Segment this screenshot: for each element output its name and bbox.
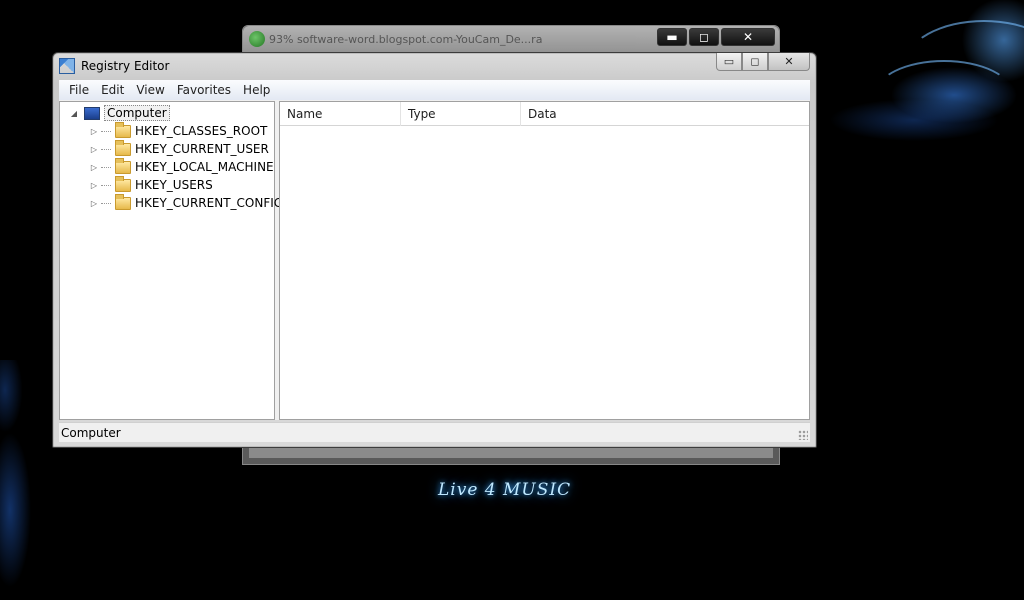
- registry-editor-window[interactable]: Registry Editor ▭ ◻ ✕ File Edit View Fav…: [52, 52, 817, 448]
- values-list-pane[interactable]: Name Type Data: [279, 101, 810, 420]
- minimize-button[interactable]: ▭: [716, 53, 742, 71]
- tree-item-hkey-users[interactable]: ▷ HKEY_USERS: [88, 175, 213, 194]
- tree-item-label: HKEY_CLASSES_ROOT: [135, 124, 268, 138]
- close-button[interactable]: ✕: [768, 53, 810, 71]
- window-controls: ▭ ◻ ✕: [716, 53, 810, 71]
- tree-item-computer[interactable]: ◢ Computer: [68, 104, 170, 122]
- maximize-button[interactable]: ◻: [742, 53, 768, 71]
- window-title: Registry Editor: [81, 59, 170, 73]
- tree-item-label: HKEY_USERS: [135, 178, 213, 192]
- close-icon: ✕: [784, 55, 794, 68]
- tree-item-hkey-classes-root[interactable]: ▷ HKEY_CLASSES_ROOT: [88, 121, 268, 140]
- folder-icon: [115, 139, 131, 156]
- tree-item-label: HKEY_LOCAL_MACHINE: [135, 160, 274, 174]
- tree-connector: [101, 166, 111, 168]
- background-minimize-button[interactable]: ▬: [657, 28, 687, 46]
- status-bar: Computer: [59, 422, 810, 442]
- menu-file[interactable]: File: [63, 83, 95, 97]
- regedit-titlebar[interactable]: Registry Editor: [53, 53, 816, 79]
- list-header: Name Type Data: [280, 102, 809, 126]
- menu-bar: File Edit View Favorites Help: [59, 80, 810, 100]
- tree-connector: [101, 130, 111, 132]
- wallpaper-text: Live 4 MUSIC: [438, 480, 572, 500]
- menu-view[interactable]: View: [130, 83, 170, 97]
- maximize-icon: ◻: [699, 30, 709, 44]
- tree-item-label: HKEY_CURRENT_USER: [135, 142, 269, 156]
- expand-arrow-icon[interactable]: ▷: [88, 127, 100, 136]
- wallpaper-arc: [874, 60, 1014, 130]
- tree-item-label: HKEY_CURRENT_CONFIG: [135, 196, 284, 210]
- background-close-button[interactable]: ✕: [721, 28, 775, 46]
- column-header-type[interactable]: Type: [401, 102, 521, 126]
- menu-favorites[interactable]: Favorites: [171, 83, 237, 97]
- resize-grip-icon[interactable]: [798, 430, 808, 440]
- folder-icon: [115, 157, 131, 174]
- tree-item-hkey-current-user[interactable]: ▷ HKEY_CURRENT_USER: [88, 139, 269, 158]
- tree-connector: [101, 202, 111, 204]
- menu-help[interactable]: Help: [237, 83, 276, 97]
- collapse-arrow-icon[interactable]: ◢: [68, 109, 80, 118]
- download-globe-icon: [249, 31, 265, 47]
- minimize-icon: ▬: [666, 30, 678, 44]
- tree-item-hkey-local-machine[interactable]: ▷ HKEY_LOCAL_MACHINE: [88, 157, 274, 176]
- client-area: ◢ Computer ▷ HKEY_CLASSES_ROOT ▷ HKEY_CU…: [59, 100, 810, 420]
- tree-connector: [101, 184, 111, 186]
- minimize-icon: ▭: [723, 55, 735, 68]
- expand-arrow-icon[interactable]: ▷: [88, 145, 100, 154]
- tree-item-hkey-current-config[interactable]: ▷ HKEY_CURRENT_CONFIG: [88, 193, 284, 212]
- status-text: Computer: [61, 425, 121, 440]
- expand-arrow-icon[interactable]: ▷: [88, 199, 100, 208]
- background-maximize-button[interactable]: ◻: [689, 28, 719, 46]
- tree-item-label: Computer: [104, 105, 170, 121]
- expand-arrow-icon[interactable]: ▷: [88, 181, 100, 190]
- folder-icon: [115, 193, 131, 210]
- regedit-app-icon: [59, 58, 75, 74]
- folder-icon: [115, 121, 131, 138]
- computer-icon: [84, 106, 100, 120]
- registry-tree-pane[interactable]: ◢ Computer ▷ HKEY_CLASSES_ROOT ▷ HKEY_CU…: [59, 101, 283, 420]
- background-window-title: 93% software-word.blogspot.com-YouCam_De…: [269, 32, 543, 46]
- folder-icon: [115, 175, 131, 192]
- background-window-controls: ▬ ◻ ✕: [657, 28, 775, 46]
- column-header-data[interactable]: Data: [521, 102, 809, 126]
- menu-edit[interactable]: Edit: [95, 83, 130, 97]
- tree-connector: [101, 148, 111, 150]
- close-icon: ✕: [742, 30, 754, 44]
- expand-arrow-icon[interactable]: ▷: [88, 163, 100, 172]
- maximize-icon: ◻: [750, 55, 760, 68]
- column-header-name[interactable]: Name: [280, 102, 401, 126]
